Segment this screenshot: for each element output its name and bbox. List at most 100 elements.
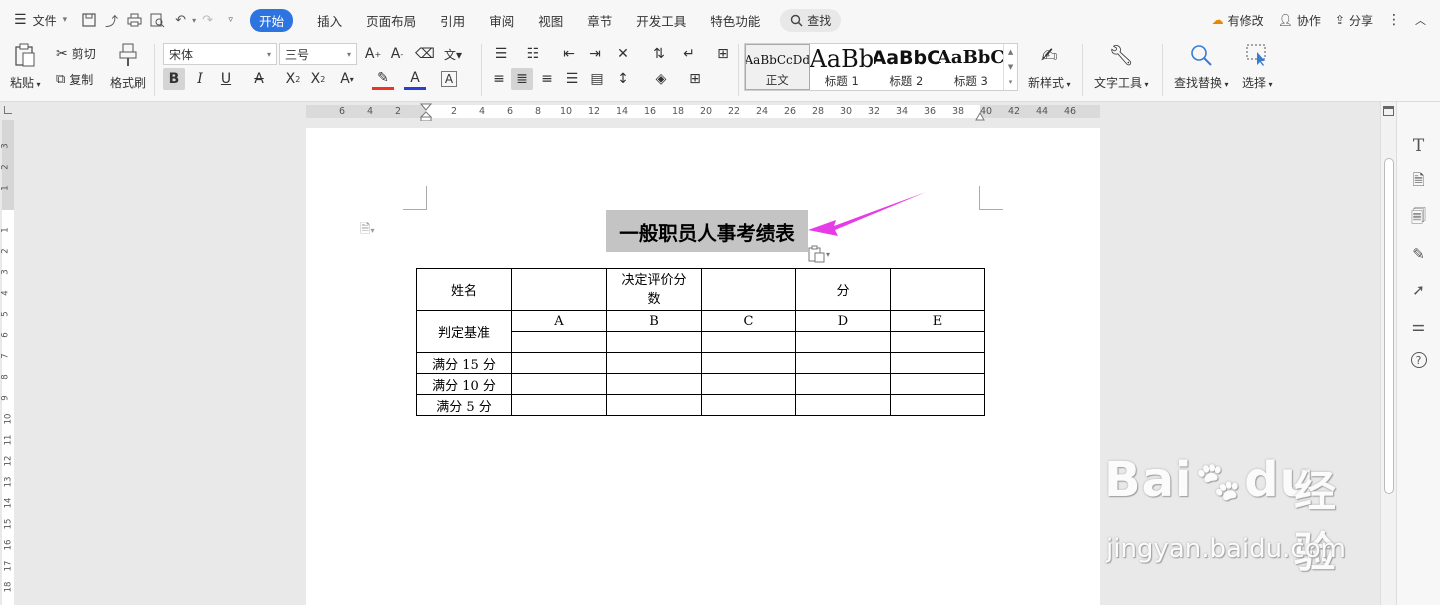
row-label-10[interactable]: 满分 10 分	[416, 373, 512, 395]
styles-scroll[interactable]: ▲ ▼ ▾	[1003, 44, 1017, 90]
underline-icon[interactable]: U	[215, 68, 237, 90]
tab-insert[interactable]: 插入	[305, 0, 354, 40]
cell-decide-score-label[interactable]: 决定评价分数	[606, 268, 702, 311]
redo-icon[interactable]: ↷	[199, 12, 216, 29]
grow-font-icon[interactable]: A +	[362, 43, 384, 65]
decrease-indent-icon[interactable]: ⇤	[558, 43, 580, 65]
row-label-15[interactable]: 满分 15 分	[416, 352, 512, 374]
modified-status[interactable]: ☁ 有修改	[1212, 12, 1264, 29]
font-color-icon[interactable]: A	[404, 68, 426, 90]
align-left-icon[interactable]: ≡	[488, 68, 510, 90]
copy-button[interactable]: ⧉ 复制	[56, 71, 93, 88]
horizontal-ruler[interactable]: 6 4 2 2 4 6 8 10 12 14 16 18 20 22 24 26 28 30 32 34 36 38 40 4…	[0, 102, 1440, 122]
table-cell[interactable]	[701, 373, 796, 395]
table-cell[interactable]	[511, 331, 607, 353]
style-normal[interactable]: AaBbCcDd 正文	[745, 44, 810, 90]
table-cell[interactable]	[795, 373, 891, 395]
text-tools-button[interactable]: 🔧︎ 文字工具 ▾	[1094, 42, 1149, 91]
table-cell[interactable]	[890, 373, 985, 395]
vertical-scrollbar[interactable]	[1380, 102, 1396, 605]
table-cell[interactable]	[795, 394, 891, 416]
superscript-icon[interactable]: X2	[282, 68, 304, 90]
undo-icon[interactable]: ↶	[172, 12, 189, 29]
tab-developer[interactable]: 开发工具	[624, 0, 698, 40]
undo-dropdown-icon[interactable]: ▾	[192, 16, 196, 25]
increase-indent-icon[interactable]: ⇥	[584, 43, 606, 65]
line-spacing-icon[interactable]: ↕	[612, 68, 634, 90]
grade-header-e[interactable]: E	[890, 310, 985, 332]
highlight-icon[interactable]: ✎	[372, 68, 394, 90]
print-preview-icon[interactable]	[149, 12, 166, 29]
cell-name-value[interactable]	[511, 268, 607, 311]
text-style-icon[interactable]: T	[1409, 136, 1429, 156]
find-replace-button[interactable]: 查找替换 ▾	[1174, 42, 1229, 91]
indent-marker[interactable]	[419, 103, 433, 122]
table-cell[interactable]	[606, 394, 702, 416]
shrink-font-icon[interactable]: A-	[386, 43, 408, 65]
cell-decide-score-value[interactable]	[701, 268, 796, 311]
chinese-layout-icon[interactable]: ✕	[612, 43, 634, 65]
grade-header-d[interactable]: D	[795, 310, 891, 332]
cut-button[interactable]: ✂ 剪切	[56, 45, 96, 62]
table-cell[interactable]	[511, 394, 607, 416]
document-icon[interactable]: 🗎︎	[1409, 171, 1429, 192]
table-cell[interactable]	[701, 352, 796, 374]
show-marks-icon[interactable]: ↵	[678, 43, 700, 65]
table-tools-icon[interactable]: ⊞	[712, 43, 734, 65]
table-cell[interactable]	[890, 352, 985, 374]
table-cell[interactable]	[890, 394, 985, 416]
row-label-5[interactable]: 满分 5 分	[416, 394, 512, 416]
document-page[interactable]: 🗎︎▾ 一般职员人事考绩表 ▾ 姓名 决定评价分数 分 判定基准 A B C D…	[306, 128, 1100, 605]
tab-start[interactable]: 开始	[242, 0, 305, 40]
share-button[interactable]: ⇪ 分享	[1335, 12, 1373, 29]
sliders-icon[interactable]: ⚌	[1409, 316, 1429, 336]
table-cell[interactable]	[606, 373, 702, 395]
paragraph-layout-icon[interactable]: 🗎︎▾	[360, 220, 374, 242]
clear-format-icon[interactable]: ⌫	[414, 43, 436, 65]
style-heading-3[interactable]: AaBbC 标题 3	[939, 44, 1004, 90]
print-icon[interactable]	[126, 12, 143, 29]
save-icon[interactable]	[80, 12, 97, 29]
paste-button[interactable]: 粘贴 ▾	[10, 42, 41, 91]
collab-button[interactable]: 👤︎ 协作	[1278, 12, 1321, 29]
cell-name-label[interactable]: 姓名	[416, 268, 512, 311]
new-style-button[interactable]: ✍ 新样式 ▾	[1028, 42, 1071, 91]
cell-criteria-label[interactable]: 判定基准	[416, 310, 512, 353]
subscript-icon[interactable]: X2	[307, 68, 329, 90]
cell-score-unit[interactable]: 分	[795, 268, 891, 311]
table-cell[interactable]	[795, 331, 891, 353]
grade-header-c[interactable]: C	[701, 310, 796, 332]
bold-icon[interactable]: B	[163, 68, 185, 90]
align-center-icon[interactable]: ≣	[511, 68, 533, 90]
customize-icon[interactable]: ▿	[222, 12, 239, 29]
pinyin-icon[interactable]: 文▾	[442, 43, 464, 65]
bullet-list-icon[interactable]: ☰	[490, 43, 512, 65]
align-right-icon[interactable]: ≡	[536, 68, 558, 90]
pen-icon[interactable]: ✎	[1409, 244, 1429, 264]
distribute-icon[interactable]: ▤	[586, 68, 608, 90]
tab-view[interactable]: 视图	[526, 0, 575, 40]
italic-icon[interactable]: I	[189, 68, 211, 90]
table-cell[interactable]	[511, 373, 607, 395]
split-view-icon[interactable]	[1383, 106, 1394, 116]
output-icon[interactable]: ⤴	[103, 12, 120, 30]
file-menu[interactable]: ☰ 文件 ▾	[14, 12, 77, 29]
style-heading-1[interactable]: AaBb 标题 1	[810, 44, 875, 90]
style-heading-2[interactable]: AaBbC 标题 2	[874, 44, 939, 90]
grade-header-a[interactable]: A	[511, 310, 607, 332]
more-icon[interactable]: ⋮	[1387, 12, 1401, 28]
pointer-icon[interactable]: ➚	[1409, 280, 1429, 300]
right-indent-marker[interactable]	[975, 110, 985, 124]
table-cell[interactable]	[701, 331, 796, 353]
search-button[interactable]: 查找	[780, 8, 842, 32]
collapse-ribbon-icon[interactable]: ︿	[1415, 12, 1426, 28]
shading-icon[interactable]: ◈	[650, 68, 672, 90]
tab-chapter[interactable]: 章节	[575, 0, 624, 40]
tab-references[interactable]: 引用	[428, 0, 477, 40]
strikethrough-icon[interactable]: A	[248, 68, 270, 90]
table-cell[interactable]	[511, 352, 607, 374]
vertical-ruler[interactable]: 3 2 1 1 2 3 4 5 6 7 8 9 10 11 12 13 14 15 16 17 18	[0, 120, 16, 605]
justify-icon[interactable]: ☰	[561, 68, 583, 90]
table-cell[interactable]	[606, 352, 702, 374]
help-icon[interactable]: ?	[1410, 352, 1427, 368]
